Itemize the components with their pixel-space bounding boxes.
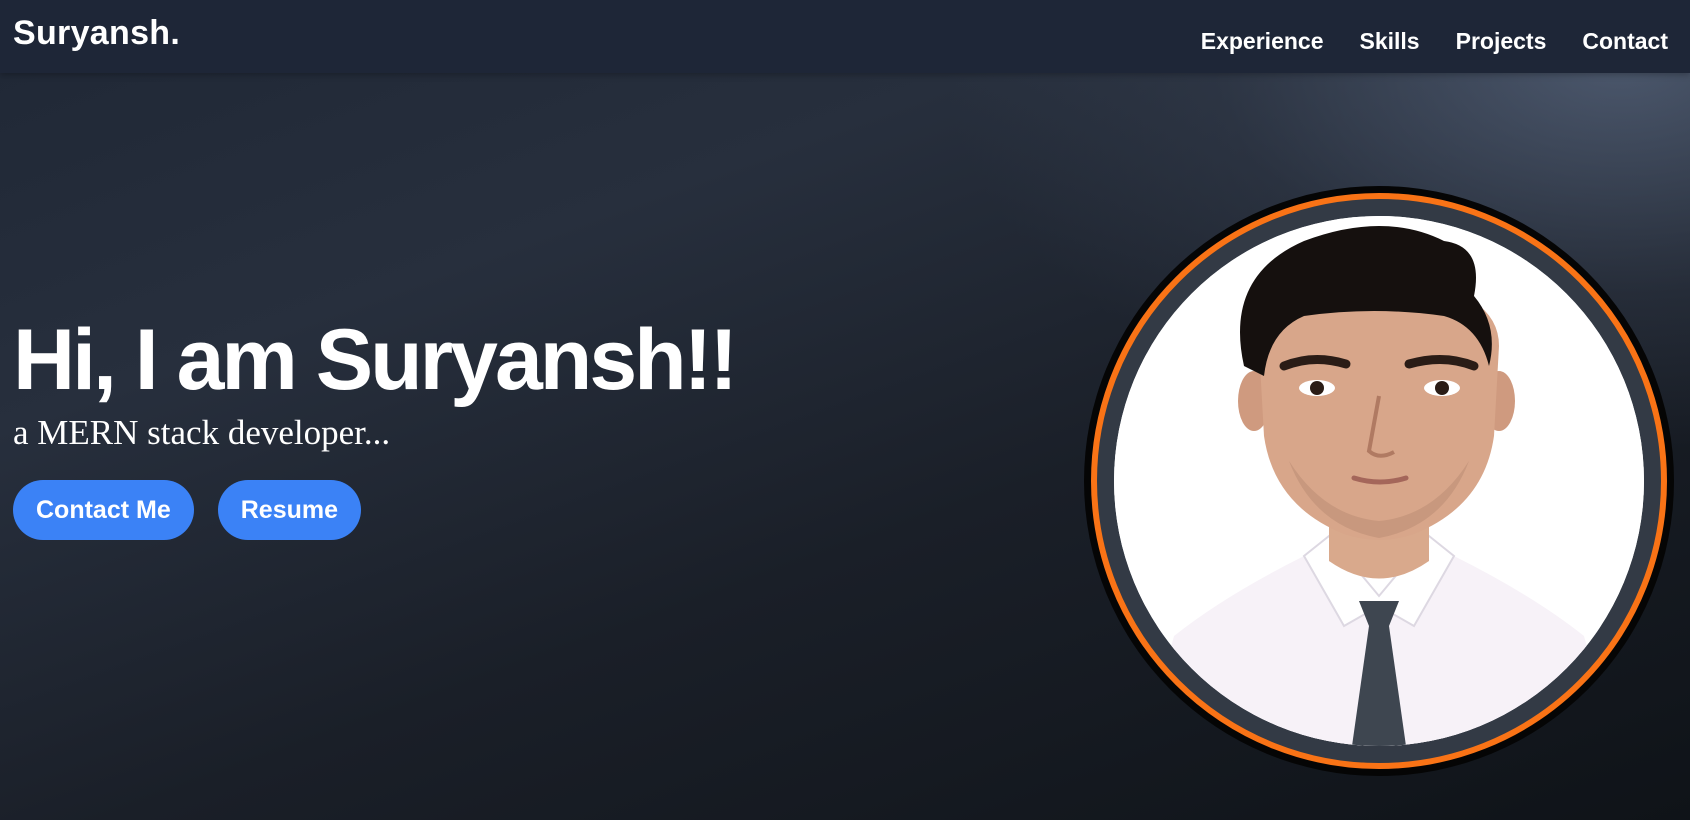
navbar: Suryansh. Experience Skills Projects Con… xyxy=(0,0,1690,73)
hero-section: Hi, I am Suryansh!! a MERN stack develop… xyxy=(13,310,738,540)
nav-link-projects[interactable]: Projects xyxy=(1456,28,1547,55)
nav-links: Experience Skills Projects Contact xyxy=(1201,28,1668,55)
profile-photo-ring xyxy=(1091,193,1667,769)
contact-me-button[interactable]: Contact Me xyxy=(13,480,194,540)
cta-buttons: Contact Me Resume xyxy=(13,480,735,540)
nav-link-contact[interactable]: Contact xyxy=(1582,28,1668,55)
hero-subtitle: a MERN stack developer... xyxy=(13,413,391,452)
resume-button[interactable]: Resume xyxy=(217,480,361,540)
nav-link-skills[interactable]: Skills xyxy=(1360,28,1420,55)
nav-link-experience[interactable]: Experience xyxy=(1201,28,1324,55)
profile-photo xyxy=(1114,216,1644,746)
profile-photo-frame xyxy=(1084,186,1674,776)
person-portrait-icon xyxy=(1114,216,1644,746)
hero-title: Hi, I am Suryansh!! xyxy=(13,312,738,408)
brand-logo[interactable]: Suryansh. xyxy=(13,14,180,53)
